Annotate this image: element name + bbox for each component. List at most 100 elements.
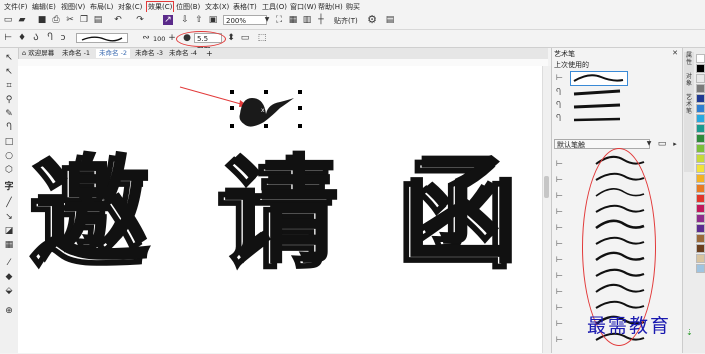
import-icon[interactable]: ⇩ [180, 15, 190, 25]
category-dropdown-icon[interactable]: ▼ [644, 139, 654, 149]
print-icon[interactable]: ⎙ [51, 15, 61, 25]
menu-buy[interactable]: 购买 [346, 2, 360, 12]
color-swatch[interactable] [696, 124, 705, 133]
color-swatch[interactable] [696, 54, 705, 63]
smart-fill-icon[interactable]: ⬙ [4, 286, 14, 296]
zoom-level-select[interactable]: 200% [223, 15, 267, 25]
polygon-tool-icon[interactable]: ⬡ [4, 165, 14, 175]
menu-tools[interactable]: 工具(O) [262, 2, 287, 12]
shape-tool-icon[interactable]: ↖ [4, 67, 14, 77]
color-swatch[interactable] [696, 114, 705, 123]
char-yao[interactable]: 邀 [34, 152, 152, 270]
menu-edit[interactable]: 编辑(E) [32, 2, 56, 12]
application-launcher-icon[interactable]: ▤ [385, 15, 395, 25]
selected-brush-stroke[interactable]: x [228, 88, 308, 130]
scroll-thumb[interactable] [544, 176, 549, 198]
tab-welcome[interactable]: ⌂ 欢迎屏幕 [22, 49, 54, 58]
menu-help[interactable]: 帮助(H) [318, 2, 343, 12]
menu-layout[interactable]: 布局(L) [90, 2, 113, 12]
browse-folder-icon[interactable]: ▭ [657, 139, 667, 149]
menu-table[interactable]: 表格(T) [233, 2, 257, 12]
brush-icon[interactable]: ♦ [17, 33, 27, 43]
color-swatch[interactable] [696, 194, 705, 203]
text-tool-icon[interactable]: 字 [4, 182, 14, 192]
color-swatch[interactable] [696, 204, 705, 213]
menu-object[interactable]: 对象(C) [118, 2, 142, 12]
color-swatch[interactable] [696, 214, 705, 223]
ellipse-tool-icon[interactable]: ○ [4, 151, 14, 161]
recent-stroke-2[interactable]: Ⴄ [552, 87, 664, 98]
smoothing-value[interactable]: 100 [153, 35, 165, 43]
tab-untitled-1[interactable]: 未命名 -1 [62, 49, 90, 58]
tab-untitled-2[interactable]: 未命名 -2 [96, 49, 131, 58]
menu-text[interactable]: 文本(X) [205, 2, 229, 12]
char-han[interactable]: 函 [402, 152, 520, 270]
docker-close-icon[interactable]: ✕ [670, 48, 680, 58]
tab-untitled-4[interactable]: 未命名 -4 [169, 49, 197, 58]
color-swatch[interactable] [696, 144, 705, 153]
interactive-fill-icon[interactable]: ◆ [4, 272, 14, 282]
color-swatch[interactable] [696, 164, 705, 173]
open-icon[interactable]: ▰ [17, 15, 27, 25]
guidelines-icon[interactable]: ┼ [316, 15, 326, 25]
sprayer-icon[interactable]: Ა [31, 33, 41, 43]
calligraphic-icon[interactable]: Ⴄ [45, 33, 55, 43]
zoom-dropdown-icon[interactable]: ▼ [262, 15, 272, 25]
paste-icon[interactable]: ▤ [93, 15, 103, 25]
scroll-down-icon[interactable]: ⇣ [686, 328, 693, 337]
color-swatch[interactable] [696, 224, 705, 233]
color-swatch[interactable] [696, 74, 705, 83]
menu-view[interactable]: 视图(V) [61, 2, 85, 12]
zoom-tool-icon[interactable]: ⚲ [4, 95, 14, 105]
undo-icon[interactable]: ↶ [113, 15, 123, 25]
rulers-icon[interactable]: ▦ [288, 15, 298, 25]
transparency-tool-icon[interactable]: ▦ [4, 240, 14, 250]
crop-tool-icon[interactable]: ⌗ [4, 81, 14, 91]
color-swatch[interactable] [696, 264, 705, 273]
parallel-dimension-icon[interactable]: ╱ [4, 198, 14, 208]
recent-stroke-4[interactable]: Ⴄ [552, 113, 664, 124]
color-swatch[interactable] [696, 134, 705, 143]
recent-stroke-3[interactable]: Ⴄ [552, 100, 664, 111]
snap-to-label[interactable]: 贴齐(T) [334, 16, 358, 26]
preset-stroke-select[interactable] [76, 33, 128, 43]
color-swatch[interactable] [696, 64, 705, 73]
stroke-category-select[interactable]: 默认笔触 [554, 139, 650, 149]
char-qing[interactable]: 请 [222, 152, 340, 270]
new-document-icon[interactable]: ▭ [3, 15, 13, 25]
color-swatch[interactable] [696, 154, 705, 163]
color-swatch[interactable] [696, 254, 705, 263]
color-swatch[interactable] [696, 184, 705, 193]
full-screen-icon[interactable]: ⛶ [274, 15, 284, 25]
menu-window[interactable]: 窗口(W) [290, 2, 316, 12]
copy-icon[interactable]: ❐ [79, 15, 89, 25]
add-tool-icon[interactable]: ⊕ [4, 306, 14, 316]
color-swatch[interactable] [696, 234, 705, 243]
drop-shadow-tool-icon[interactable]: ◪ [4, 226, 14, 236]
options-gear-icon[interactable]: ⚙ [367, 14, 377, 25]
artistic-media-tool-icon[interactable]: Ⴄ [4, 123, 14, 133]
cut-icon[interactable]: ✂ [65, 15, 75, 25]
save-icon[interactable]: ■ [37, 15, 47, 25]
corel-connect-icon[interactable]: ↗ [163, 15, 173, 25]
connector-tool-icon[interactable]: ↘ [4, 212, 14, 222]
menu-bitmaps[interactable]: 位图(B) [176, 2, 200, 12]
freehand-tool-icon[interactable]: ✎ [4, 109, 14, 119]
pressure-icon[interactable]: ↄ [58, 33, 68, 43]
side-docker-tabs[interactable]: 属性对象艺术笔 [684, 52, 694, 172]
drawing-canvas[interactable]: x 邀 邀 请 请 函 函 [18, 66, 542, 353]
export-icon[interactable]: ⇧ [194, 15, 204, 25]
docker-menu-icon[interactable]: ▸ [670, 139, 680, 149]
grid-icon[interactable]: ▥ [302, 15, 312, 25]
vertical-scrollbar[interactable] [542, 66, 551, 353]
tab-untitled-3[interactable]: 未命名 -3 [135, 49, 163, 58]
publish-pdf-icon[interactable]: ▣ [208, 15, 218, 25]
color-swatch[interactable] [696, 84, 705, 93]
add-tab-icon[interactable]: + [206, 49, 213, 58]
menu-file[interactable]: 文件(F) [4, 2, 28, 12]
bounding-box-icon[interactable]: ⬚ [257, 33, 267, 43]
color-swatch[interactable] [696, 174, 705, 183]
color-swatch[interactable] [696, 244, 705, 253]
recent-stroke-1[interactable]: ⊢ [552, 71, 664, 86]
color-swatch[interactable] [696, 104, 705, 113]
